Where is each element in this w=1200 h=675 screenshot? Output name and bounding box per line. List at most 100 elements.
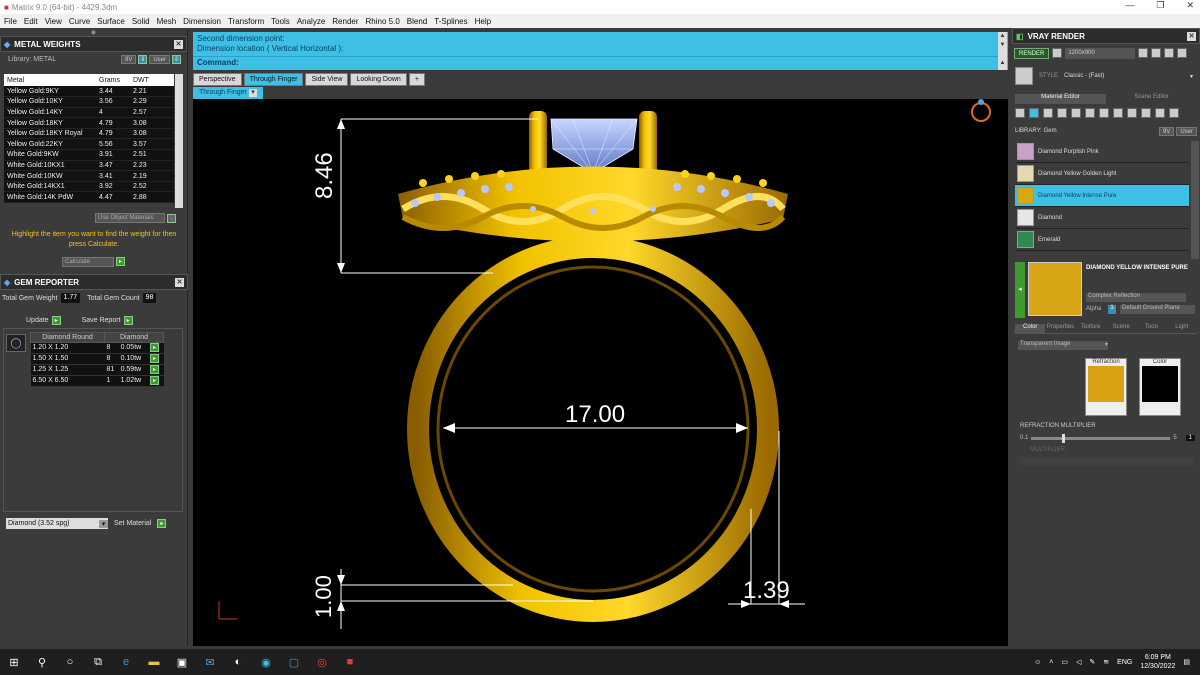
table-row[interactable]: Yellow Gold:22KY 5.56 3.57 <box>4 138 174 151</box>
search-icon[interactable]: ⚲ <box>34 654 50 670</box>
set-material-button[interactable]: Set Material <box>114 520 151 527</box>
ring-view-icon[interactable] <box>971 99 991 122</box>
material-list-scrollbar[interactable] <box>1191 141 1199 259</box>
style-value[interactable]: Classic - (Fast) <box>1064 73 1104 79</box>
transparent-select[interactable]: Transparent Image ▾ <box>1018 341 1108 350</box>
table-row[interactable]: 1.25 X 1.25 81 0.59tw ▸ <box>30 364 164 376</box>
table-row[interactable]: Yellow Gold:10KY 3.56 2.29 <box>4 96 174 108</box>
wifi-icon[interactable]: ≋ <box>1103 658 1109 666</box>
mail-icon[interactable]: ✉ <box>202 654 218 670</box>
menu-edit[interactable]: Edit <box>24 17 38 26</box>
windows-start-icon[interactable]: ⊞ <box>6 654 22 670</box>
sphere-icon[interactable] <box>1043 108 1053 118</box>
menu-tsplines[interactable]: T-Splines <box>434 17 467 26</box>
app-icon-1[interactable]: ◐ <box>230 654 246 670</box>
next-icon[interactable] <box>1151 48 1162 58</box>
notification-icon[interactable]: ▤ <box>1183 658 1190 666</box>
material-select[interactable]: Diamond (3.52 spg) ▾ <box>6 518 108 529</box>
menu-help[interactable]: Help <box>475 17 491 26</box>
minimize-button[interactable]: — <box>1125 0 1134 11</box>
menu-rhino[interactable]: Rhino 5.0 <box>366 17 400 26</box>
render-settings-icon[interactable] <box>1052 48 1063 58</box>
use-object-materials-button[interactable]: Use Object Materials <box>95 213 165 223</box>
menu-render[interactable]: Render <box>332 17 358 26</box>
volume-icon[interactable]: ◁ <box>1076 658 1081 666</box>
gem-reporter-close-icon[interactable]: ✕ <box>175 277 184 287</box>
slider-value[interactable]: 1 <box>1185 435 1195 441</box>
tab-color[interactable]: Color <box>1015 324 1046 334</box>
chrome-icon[interactable]: ◎ <box>314 654 330 670</box>
gem-icon[interactable] <box>1029 108 1039 118</box>
ground-plane-select[interactable]: Default Ground Plane <box>1120 305 1195 314</box>
list-item[interactable]: Diamond <box>1015 207 1189 229</box>
library-9v-button[interactable]: 9V <box>120 54 137 64</box>
chevron-up-icon[interactable]: ˄ <box>1049 659 1053 666</box>
slider-track[interactable] <box>1031 433 1171 443</box>
menu-surface[interactable]: Surface <box>97 17 125 26</box>
alpha-value[interactable]: 1 <box>1108 305 1116 314</box>
task-view-icon[interactable]: ⧉ <box>90 654 106 670</box>
cortana-icon[interactable]: ○ <box>62 654 78 670</box>
lock-icon[interactable] <box>1164 48 1175 58</box>
table-row[interactable]: Yellow Gold:14KY 4 2.57 <box>4 107 174 119</box>
table-row[interactable]: White Gold:10KW 3.41 2.19 <box>4 170 174 182</box>
update-go-icon[interactable]: ▸ <box>51 316 61 325</box>
table-row[interactable]: Yellow Gold:9KY 3.44 2.21 <box>4 86 174 98</box>
tab-looking-down[interactable]: Looking Down <box>350 73 407 86</box>
menu-tools[interactable]: Tools <box>271 17 290 26</box>
menu-dimension[interactable]: Dimension <box>183 17 221 26</box>
close-button[interactable]: ✕ <box>1186 0 1194 11</box>
refraction-multiplier-slider[interactable]: 0.1 5 1 <box>1020 433 1195 443</box>
update-button[interactable]: Update <box>26 317 49 324</box>
col-dwt[interactable]: DWT <box>130 74 174 86</box>
use-object-materials-toggle[interactable]: · <box>167 213 176 223</box>
grid-icon[interactable] <box>1099 108 1109 118</box>
tab-add[interactable]: + <box>408 73 425 86</box>
app-icon-2[interactable]: ◉ <box>258 654 274 670</box>
refraction-card[interactable]: Refraction <box>1085 358 1127 416</box>
menu-solid[interactable]: Solid <box>132 17 150 26</box>
col-metal[interactable]: Metal <box>4 74 96 86</box>
tab-side-view[interactable]: Side View <box>305 73 349 86</box>
color-card[interactable]: Color <box>1139 358 1181 416</box>
metal-weights-close-icon[interactable]: ✕ <box>174 39 183 49</box>
store-icon[interactable]: ▣ <box>174 654 190 670</box>
zoom-icon[interactable]: ▢ <box>286 654 302 670</box>
chevron-down-icon[interactable]: ▾ <box>1190 73 1193 80</box>
tab-material-editor[interactable]: Material Editor <box>1015 94 1106 104</box>
col-grams[interactable]: Grams <box>96 74 130 86</box>
list-item[interactable]: Diamond Yellow Golden Light <box>1015 163 1189 185</box>
calculate-button[interactable]: Calculate <box>62 257 114 267</box>
gem-library-user-button[interactable]: User <box>1176 126 1197 136</box>
calculate-go-icon[interactable]: ▸ <box>116 257 125 266</box>
metal-table-scrollbar[interactable] <box>175 74 183 208</box>
pen-icon[interactable]: ✎ <box>1089 658 1095 666</box>
viewport[interactable]: 8.46 17.00 1.00 1.39 <box>193 99 1008 646</box>
menu-transform[interactable]: Transform <box>228 17 264 26</box>
menu-blend[interactable]: Blend <box>407 17 427 26</box>
viewport-label[interactable]: Through Finger ▾ <box>193 87 263 99</box>
slider-thumb[interactable] <box>1061 433 1065 443</box>
frame-icon[interactable] <box>1177 48 1188 58</box>
language-indicator[interactable]: ENG <box>1117 659 1132 666</box>
tab-toon[interactable]: Toon <box>1136 324 1167 334</box>
row-go-icon[interactable]: ▸ <box>149 354 159 363</box>
command-scroll[interactable]: ▲ ▼ ▲ <box>998 32 1007 70</box>
maximize-button[interactable]: ❐ <box>1156 0 1164 11</box>
save-report-go-icon[interactable]: ▸ <box>123 316 133 325</box>
prev-icon[interactable] <box>1138 48 1149 58</box>
table-row[interactable]: White Gold:10KX1 3.47 2.23 <box>4 160 174 172</box>
tab-texture[interactable]: Texture <box>1075 324 1106 334</box>
render-button[interactable]: RENDER <box>1014 47 1050 59</box>
menu-file[interactable]: File <box>4 17 17 26</box>
library-user-button[interactable]: User <box>149 54 170 64</box>
reflection-select[interactable]: Complex Reflection <box>1086 293 1186 302</box>
collapse-icon[interactable]: ◂ <box>1015 262 1025 318</box>
table-row[interactable]: 6.50 X 6.50 1 1.02tw ▸ <box>30 375 164 387</box>
light-icon[interactable] <box>1169 108 1179 118</box>
tab-light[interactable]: Light <box>1166 324 1197 334</box>
matrix-taskbar-icon[interactable]: ■ <box>342 654 358 670</box>
tab-scene-editor[interactable]: Scene Editor <box>1106 94 1197 104</box>
command-prompt[interactable]: Command: <box>193 56 1008 70</box>
vray-close-icon[interactable]: ✕ <box>1187 31 1196 41</box>
